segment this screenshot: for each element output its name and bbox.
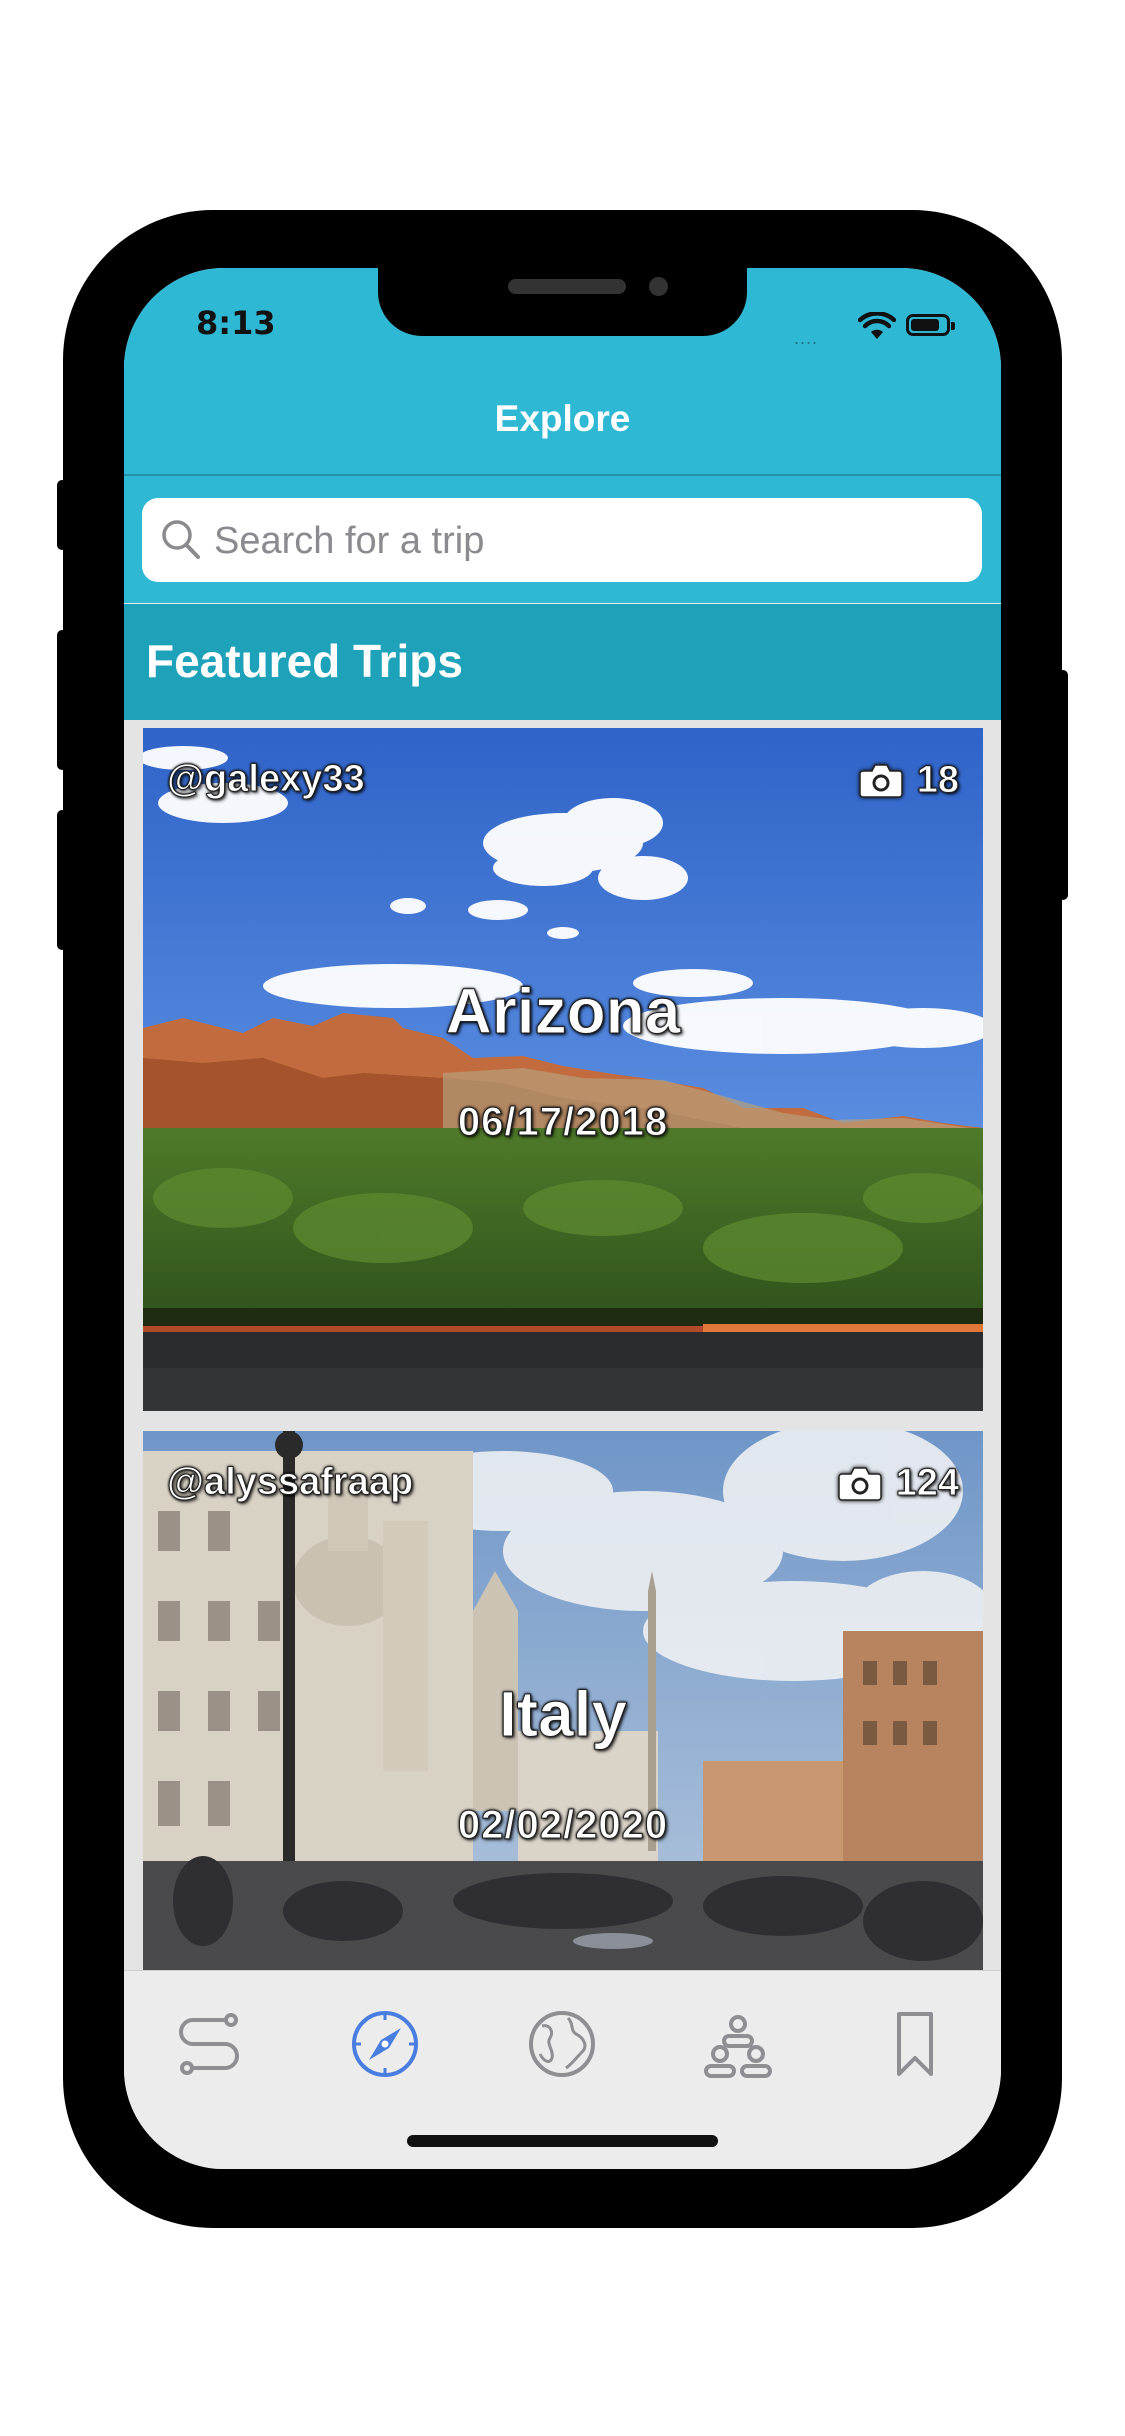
trip-card-italy[interactable]: @alyssafraap 124 Italy 02/02/2020 — [143, 1431, 983, 1970]
wifi-icon — [858, 312, 896, 339]
tab-saved[interactable] — [870, 1999, 960, 2089]
cellular-signal: .... — [794, 328, 819, 348]
notch — [378, 268, 747, 336]
volume-down-button — [57, 810, 67, 950]
silent-switch — [57, 480, 67, 550]
photo-count-value: 18 — [916, 758, 959, 801]
status-time: 8:13 — [196, 304, 276, 342]
photo-count-value: 124 — [895, 1461, 959, 1504]
power-button — [1058, 670, 1068, 900]
trip-feed[interactable]: @galexy33 18 Arizona 06/17/2018 @alyssaf… — [124, 720, 1001, 1970]
compass-icon — [352, 2011, 418, 2077]
tab-routes[interactable] — [164, 1999, 254, 2089]
trip-title: Arizona — [445, 975, 681, 1048]
trip-photo-arizona — [143, 728, 983, 1411]
status-icons: .... — [794, 310, 969, 348]
trip-title: Italy — [498, 1678, 628, 1751]
camera-icon — [858, 764, 903, 798]
home-indicator[interactable] — [407, 2135, 718, 2147]
tab-explore[interactable] — [340, 1999, 430, 2089]
trip-author[interactable]: @galexy33 — [167, 758, 366, 801]
trip-date: 06/17/2018 — [457, 1100, 669, 1145]
volume-up-button — [57, 630, 67, 770]
bookmark-icon — [897, 2012, 933, 2076]
screen: 8:13 .... Explore Search for a trip Feat… — [124, 268, 1001, 2169]
front-camera — [649, 277, 668, 296]
search-icon — [162, 520, 200, 559]
route-icon — [179, 2013, 239, 2075]
trip-date: 02/02/2020 — [457, 1803, 669, 1848]
photo-count: 18 — [858, 758, 960, 802]
tab-globe[interactable] — [517, 1999, 607, 2089]
trip-card-arizona[interactable]: @galexy33 18 Arizona 06/17/2018 — [143, 728, 983, 1411]
page-title: Explore — [494, 398, 631, 439]
tab-community[interactable] — [693, 1999, 783, 2089]
section-header: Featured Trips — [124, 604, 1001, 720]
battery-icon — [906, 314, 955, 336]
header-divider — [124, 474, 1001, 476]
search-bar[interactable] — [142, 498, 982, 584]
photo-count: 124 — [837, 1461, 960, 1505]
camera-icon — [837, 1467, 882, 1501]
phone-frame: 8:13 .... Explore Search for a trip Feat… — [57, 210, 1068, 2228]
globe-icon — [529, 2011, 595, 2077]
community-icon — [704, 2015, 772, 2078]
search-input[interactable] — [212, 498, 956, 584]
speaker-grille — [508, 279, 626, 294]
tab-bar — [124, 1970, 1001, 2169]
section-title: Featured Trips — [146, 635, 463, 687]
trip-author[interactable]: @alyssafraap — [166, 1461, 413, 1504]
